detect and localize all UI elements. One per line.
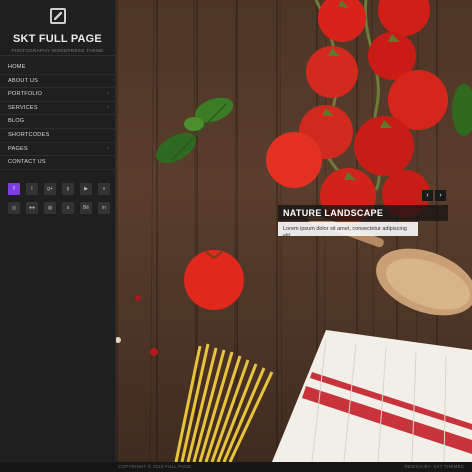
nav-item-pages[interactable]: PAGES ›	[0, 143, 115, 157]
nav-item-contact-us[interactable]: CONTACT US	[0, 156, 115, 170]
site-tagline: PHOTOGRAPHY WORDPRESS THEME	[11, 48, 104, 53]
instagram-icon[interactable]: ◎	[8, 202, 20, 214]
sidebar: SKT FULL PAGE PHOTOGRAPHY WORDPRESS THEM…	[0, 0, 116, 462]
social-icons: f t g+ p ▶ v ◎ ●● ◍ s Bē in	[8, 183, 111, 221]
main-nav: HOME ABOUT US PORTFOLIO › SERVICES › BLOG …	[0, 61, 115, 170]
facebook-icon[interactable]: f	[8, 183, 20, 195]
tea-towel	[272, 330, 472, 462]
chevron-right-icon: ›	[106, 91, 109, 98]
nav-item-blog[interactable]: BLOG	[0, 115, 115, 129]
footer-spacer	[0, 462, 116, 472]
spaghetti	[174, 343, 274, 462]
chevron-right-icon: ›	[106, 145, 109, 152]
logo-icon	[49, 8, 66, 24]
skype-icon[interactable]: s	[62, 202, 74, 214]
nav-item-services[interactable]: SERVICES ›	[0, 102, 115, 116]
slider-caption: NATURE LANDSCAPE Lorem ipsum dolor sit a…	[278, 205, 448, 239]
basil-leaves	[156, 97, 234, 164]
slide-description: Lorem ipsum dolor sit amet, consectetur …	[278, 222, 418, 239]
slider-arrows: ‹ ›	[422, 190, 446, 201]
nav-item-home[interactable]: HOME	[0, 61, 115, 75]
behance-icon[interactable]: Bē	[80, 202, 92, 214]
slide-title: NATURE LANDSCAPE	[278, 205, 448, 221]
google-plus-icon[interactable]: g+	[44, 183, 56, 195]
vimeo-icon[interactable]: v	[98, 183, 110, 195]
flickr-icon[interactable]: ●●	[26, 202, 38, 214]
site-title[interactable]: SKT FULL PAGE	[0, 33, 115, 45]
slider-next-button[interactable]: ›	[435, 190, 446, 201]
linkedin-icon[interactable]: in	[98, 202, 110, 214]
copyright-text: COPYRIGHT © 2018 FULL PAGE	[118, 464, 192, 469]
nav-item-shortcodes[interactable]: SHORTCODES	[0, 129, 115, 143]
nav-item-about-us[interactable]: ABOUT US	[0, 75, 115, 89]
credit-link[interactable]: DESIGN BY: SKT THEMES	[404, 464, 464, 469]
slider-prev-button[interactable]: ‹	[422, 190, 433, 201]
dribbble-icon[interactable]: ◍	[44, 202, 56, 214]
pinterest-icon[interactable]: p	[62, 183, 74, 195]
footer: COPYRIGHT © 2018 FULL PAGE DESIGN BY: SK…	[116, 462, 472, 472]
twitter-icon[interactable]: t	[26, 183, 38, 195]
nav-item-portfolio[interactable]: PORTFOLIO ›	[0, 88, 115, 102]
logo[interactable]: SKT FULL PAGE PHOTOGRAPHY WORDPRESS THEM…	[0, 0, 115, 56]
youtube-icon[interactable]: ▶	[80, 183, 92, 195]
chevron-right-icon: ›	[106, 104, 109, 111]
